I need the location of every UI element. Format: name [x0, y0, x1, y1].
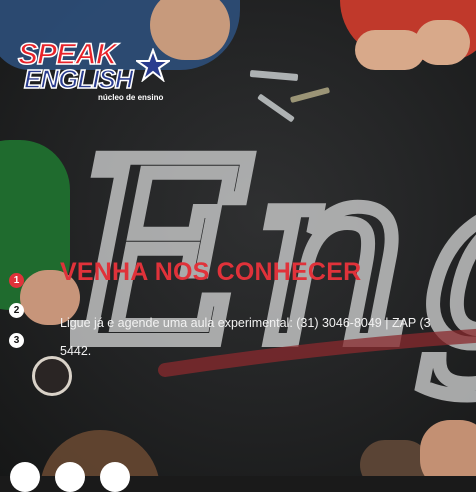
slide-description: Ligue já e agende uma aula experimental:…	[60, 316, 431, 330]
person-hand-decoration	[355, 30, 425, 70]
speak-english-logo[interactable]: SPEAK ENGLISH núcleo de ensino	[17, 39, 170, 110]
slide-title: VENHA NOS CONHECER	[60, 258, 362, 286]
person-hand-decoration	[415, 20, 470, 65]
slide-dot-2[interactable]: 2	[9, 303, 24, 318]
social-icon[interactable]	[100, 462, 130, 492]
social-icon[interactable]	[55, 462, 85, 492]
slide-dot-3[interactable]: 3	[9, 333, 24, 348]
slide-description-continued: 5442.	[60, 344, 92, 358]
logo-subtitle: núcleo de ensino	[98, 93, 164, 102]
slide-dot-1[interactable]: 1	[9, 273, 24, 288]
coffee-cup-decoration	[32, 356, 72, 396]
star-icon	[136, 48, 170, 82]
social-icon[interactable]	[10, 462, 40, 492]
logo-english-text: ENGLISH	[23, 64, 134, 94]
